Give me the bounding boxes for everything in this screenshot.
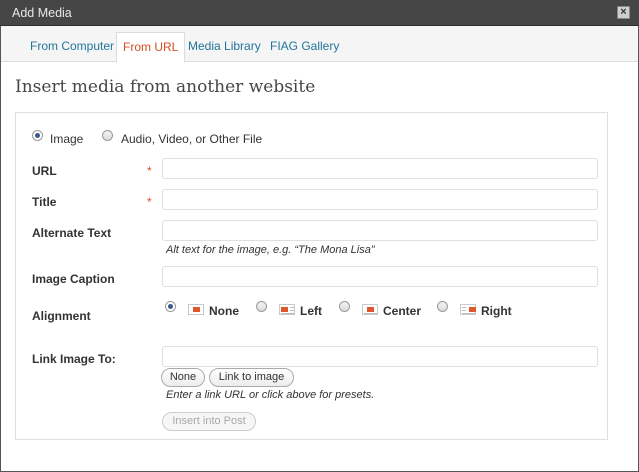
title-input[interactable] <box>162 189 598 210</box>
close-icon[interactable]: × <box>617 6 630 19</box>
tab-from-computer[interactable]: From Computer <box>24 32 120 63</box>
align-right-icon <box>460 304 476 315</box>
dialog-titlebar: Add Media × <box>0 0 639 26</box>
align-left-radio[interactable] <box>256 301 267 312</box>
align-left-icon <box>279 304 295 315</box>
link-help: Enter a link URL or click above for pres… <box>166 389 375 401</box>
tab-from-url[interactable]: From URL <box>116 32 186 63</box>
link-to-image-button[interactable]: Link to image <box>209 368 294 387</box>
align-center-label: Center <box>383 304 422 318</box>
align-left-label: Left <box>300 304 322 318</box>
link-image-to-label: Link Image To: <box>32 352 116 366</box>
alt-text-help: Alt text for the image, e.g. “The Mona L… <box>166 244 375 256</box>
image-caption-label: Image Caption <box>32 272 115 286</box>
media-type-file-radio[interactable] <box>102 130 113 141</box>
align-center-icon <box>362 304 378 315</box>
media-tabs: From Computer From URL Media Library FIA… <box>1 26 638 63</box>
media-type-image-label: Image <box>50 132 84 146</box>
alignment-label: Alignment <box>32 309 91 323</box>
align-none-radio[interactable] <box>165 301 176 312</box>
image-caption-input[interactable] <box>162 266 598 287</box>
title-label: Title <box>32 195 57 209</box>
align-none-label: None <box>209 304 239 318</box>
alt-text-label: Alternate Text <box>32 226 112 240</box>
link-none-button[interactable]: None <box>161 368 205 387</box>
align-right-radio[interactable] <box>437 301 448 312</box>
add-media-dialog: From Computer From URL Media Library FIA… <box>0 26 639 472</box>
tab-fiag-gallery[interactable]: FIAG Gallery <box>264 32 345 63</box>
alt-text-input[interactable] <box>162 220 598 241</box>
media-type-file-label: Audio, Video, or Other File <box>121 132 263 146</box>
align-none-icon <box>188 304 204 315</box>
url-input[interactable] <box>162 158 598 179</box>
insert-into-post-button[interactable]: Insert into Post <box>162 412 256 431</box>
align-right-label: Right <box>481 304 512 318</box>
url-label: URL <box>32 164 57 178</box>
insert-url-form: Image Audio, Video, or Other File URL * … <box>15 112 608 440</box>
title-required-mark: * <box>147 195 152 209</box>
align-center-radio[interactable] <box>339 301 350 312</box>
media-type-image-radio[interactable] <box>32 130 43 141</box>
url-required-mark: * <box>147 164 152 178</box>
tab-media-library[interactable]: Media Library <box>182 32 267 63</box>
link-url-input[interactable] <box>162 346 598 367</box>
dialog-title: Add Media <box>12 6 72 20</box>
page-title: Insert media from another website <box>15 77 316 97</box>
